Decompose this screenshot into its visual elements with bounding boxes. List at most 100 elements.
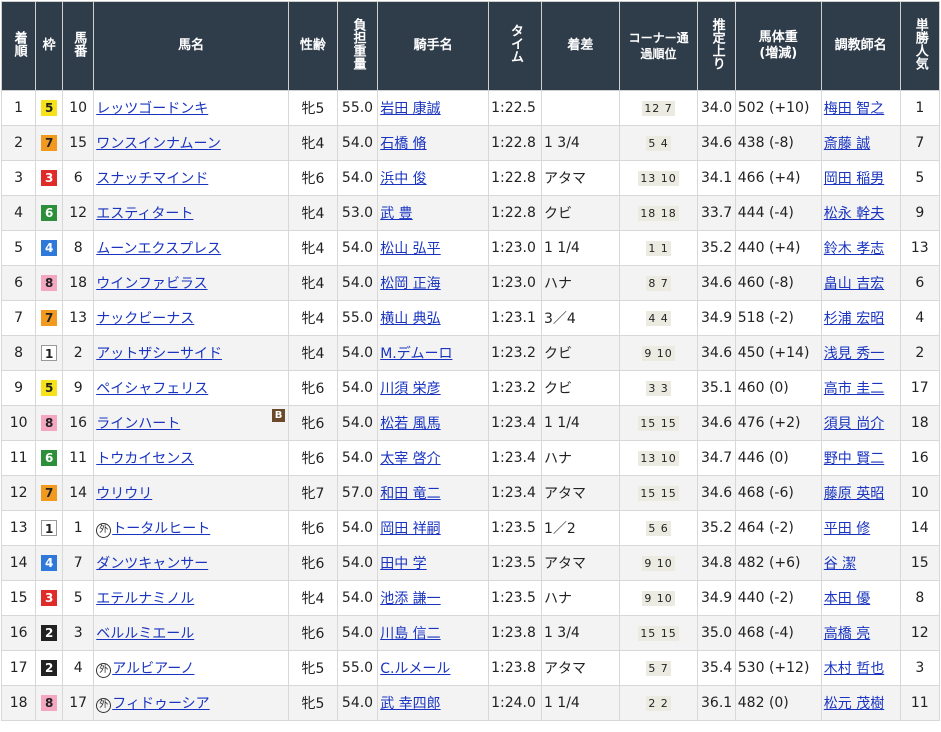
jockey-link[interactable]: 和田 竜二 [380, 486, 440, 502]
horse-cell: ウリウリ [93, 475, 290, 511]
jockey-link[interactable]: 川須 栄彦 [380, 381, 440, 397]
jockey-link[interactable]: 松岡 正海 [380, 276, 440, 292]
trainer-link[interactable]: 木村 哲也 [824, 661, 884, 677]
jockey-link[interactable]: 松山 弘平 [380, 241, 440, 257]
finish-cell: 8 [0, 335, 37, 371]
horse-link[interactable]: ウリウリ [96, 486, 152, 502]
waku-badge: 4 [41, 240, 58, 256]
corner-cell: 9 10 [618, 580, 699, 616]
header-corner[interactable]: コーナー通過順位 [618, 1, 699, 91]
header-jockey[interactable]: 騎手名 [377, 1, 490, 91]
trainer-cell: 木村 哲也 [820, 650, 901, 686]
margin-cell: 1 1/4 [540, 405, 620, 441]
horse-link[interactable]: レッツゴードンキ [96, 101, 208, 117]
trainer-link[interactable]: 杉浦 宏昭 [824, 311, 884, 327]
jockey-link[interactable]: 岡田 祥嗣 [380, 521, 440, 537]
header-waku[interactable]: 枠 [35, 1, 64, 91]
trainer-link[interactable]: 平田 修 [824, 521, 870, 537]
jockey-link[interactable]: 川島 信二 [380, 626, 440, 642]
horse-link[interactable]: アルビアーノ [112, 661, 194, 677]
header-last3f[interactable]: 推定上り [697, 1, 736, 91]
weight-carried-cell: 57.0 [336, 475, 379, 511]
table-row: 5 4 8 ムーンエクスプレス 牝4 54.0 松山 弘平 1:23.0 1 1… [0, 230, 941, 266]
trainer-link[interactable]: 藤原 英昭 [824, 486, 884, 502]
trainer-link[interactable]: 本田 優 [824, 591, 870, 607]
finish-cell: 10 [0, 405, 37, 441]
horse-link[interactable]: トウカイセンス [96, 451, 194, 467]
margin-cell: クビ [540, 370, 620, 406]
horse-link[interactable]: ラインハート [96, 416, 180, 432]
jockey-link[interactable]: 武 幸四郎 [380, 696, 440, 712]
jockey-link[interactable]: 太宰 啓介 [380, 451, 440, 467]
horse-link[interactable]: ウインファビラス [96, 276, 207, 292]
header-finish[interactable]: 着順 [0, 1, 37, 91]
horse-link[interactable]: フィドゥーシア [112, 696, 209, 712]
horse-link[interactable]: トータルヒート [112, 521, 210, 537]
header-time[interactable]: タイム [488, 1, 542, 91]
popularity-cell: 5 [899, 160, 941, 196]
horse-link[interactable]: ペイシャフェリス [96, 381, 208, 397]
last3f-cell: 34.1 [697, 160, 736, 196]
trainer-link[interactable]: 浅見 秀一 [824, 346, 884, 362]
trainer-link[interactable]: 須貝 尚介 [824, 416, 884, 432]
table-row: 10 8 16 ラインハート B 牝6 54.0 松若 風馬 1:23.4 1 1… [0, 405, 941, 441]
weight-carried-cell: 55.0 [336, 650, 379, 686]
jockey-cell: 浜中 俊 [377, 160, 490, 196]
finish-cell: 2 [0, 125, 37, 161]
horse-link[interactable]: ワンスインナムーン [96, 136, 221, 152]
margin-cell [540, 90, 620, 126]
jockey-link[interactable]: 武 豊 [380, 206, 412, 222]
table-row: 3 3 6 スナッチマインド 牝6 54.0 浜中 俊 1:22.8 アタマ 1… [0, 160, 941, 196]
header-margin[interactable]: 着差 [540, 1, 620, 91]
foreign-horse-icon: 外 [96, 698, 112, 713]
jockey-link[interactable]: C.ルメール [380, 661, 450, 677]
trainer-link[interactable]: 松永 幹夫 [824, 206, 884, 222]
last3f-cell: 35.1 [697, 370, 736, 406]
header-body-weight[interactable]: 馬体重 (増減) [734, 1, 822, 91]
margin-cell: 3／4 [540, 300, 620, 336]
umaban-cell: 11 [62, 440, 95, 476]
header-trainer[interactable]: 調教師名 [820, 1, 901, 91]
trainer-link[interactable]: 斎藤 誠 [824, 136, 870, 152]
horse-link[interactable]: エテルナミノル [96, 591, 194, 607]
trainer-link[interactable]: 谷 潔 [824, 556, 856, 572]
trainer-link[interactable]: 高橋 亮 [824, 626, 870, 642]
header-weight-carried[interactable]: 負担重量 [336, 1, 379, 91]
jockey-link[interactable]: 浜中 俊 [380, 171, 426, 187]
header-body-weight-main: 馬体重 [758, 30, 798, 45]
horse-link[interactable]: エスティタート [96, 206, 193, 222]
trainer-link[interactable]: 高市 圭二 [824, 381, 884, 397]
jockey-link[interactable]: 松若 風馬 [380, 416, 440, 432]
trainer-link[interactable]: 畠山 吉宏 [824, 276, 884, 292]
horse-link[interactable]: ムーンエクスプレス [96, 241, 221, 257]
horse-link[interactable]: スナッチマインド [96, 171, 208, 187]
jockey-link[interactable]: M.デムーロ [380, 346, 452, 362]
corner-cell: 9 10 [618, 545, 699, 581]
jockey-link[interactable]: 横山 典弘 [380, 311, 440, 327]
header-horse[interactable]: 馬名 [93, 1, 290, 91]
weight-carried-cell: 54.0 [336, 230, 379, 266]
time-cell: 1:23.2 [488, 370, 542, 406]
trainer-link[interactable]: 梅田 智之 [824, 101, 884, 117]
horse-link[interactable]: ダンツキャンサー [96, 556, 208, 572]
corner-cell: 13 10 [618, 160, 699, 196]
header-sexage[interactable]: 性齢 [288, 1, 338, 91]
horse-link[interactable]: アットザシーサイド [96, 346, 222, 362]
jockey-link[interactable]: 池添 謙一 [380, 591, 440, 607]
jockey-link[interactable]: 田中 学 [380, 556, 426, 572]
jockey-link[interactable]: 石橋 脩 [380, 136, 426, 152]
time-cell: 1:23.8 [488, 615, 542, 651]
trainer-link[interactable]: 野中 賢二 [824, 451, 884, 467]
trainer-link[interactable]: 岡田 稲男 [824, 171, 884, 187]
header-umaban[interactable]: 馬番 [62, 1, 95, 91]
header-popularity[interactable]: 単勝人気 [899, 1, 941, 91]
body-weight-cell: 530 (+12) [734, 650, 822, 686]
horse-link[interactable]: ナックビーナス [96, 311, 194, 327]
trainer-link[interactable]: 松元 茂樹 [824, 696, 884, 712]
corner-cell: 8 7 [618, 265, 699, 301]
time-cell: 1:23.2 [488, 335, 542, 371]
jockey-link[interactable]: 岩田 康誠 [380, 101, 440, 117]
horse-link[interactable]: ベルルミエール [96, 626, 194, 642]
trainer-link[interactable]: 鈴木 孝志 [824, 241, 884, 257]
waku-cell: 3 [35, 580, 64, 616]
